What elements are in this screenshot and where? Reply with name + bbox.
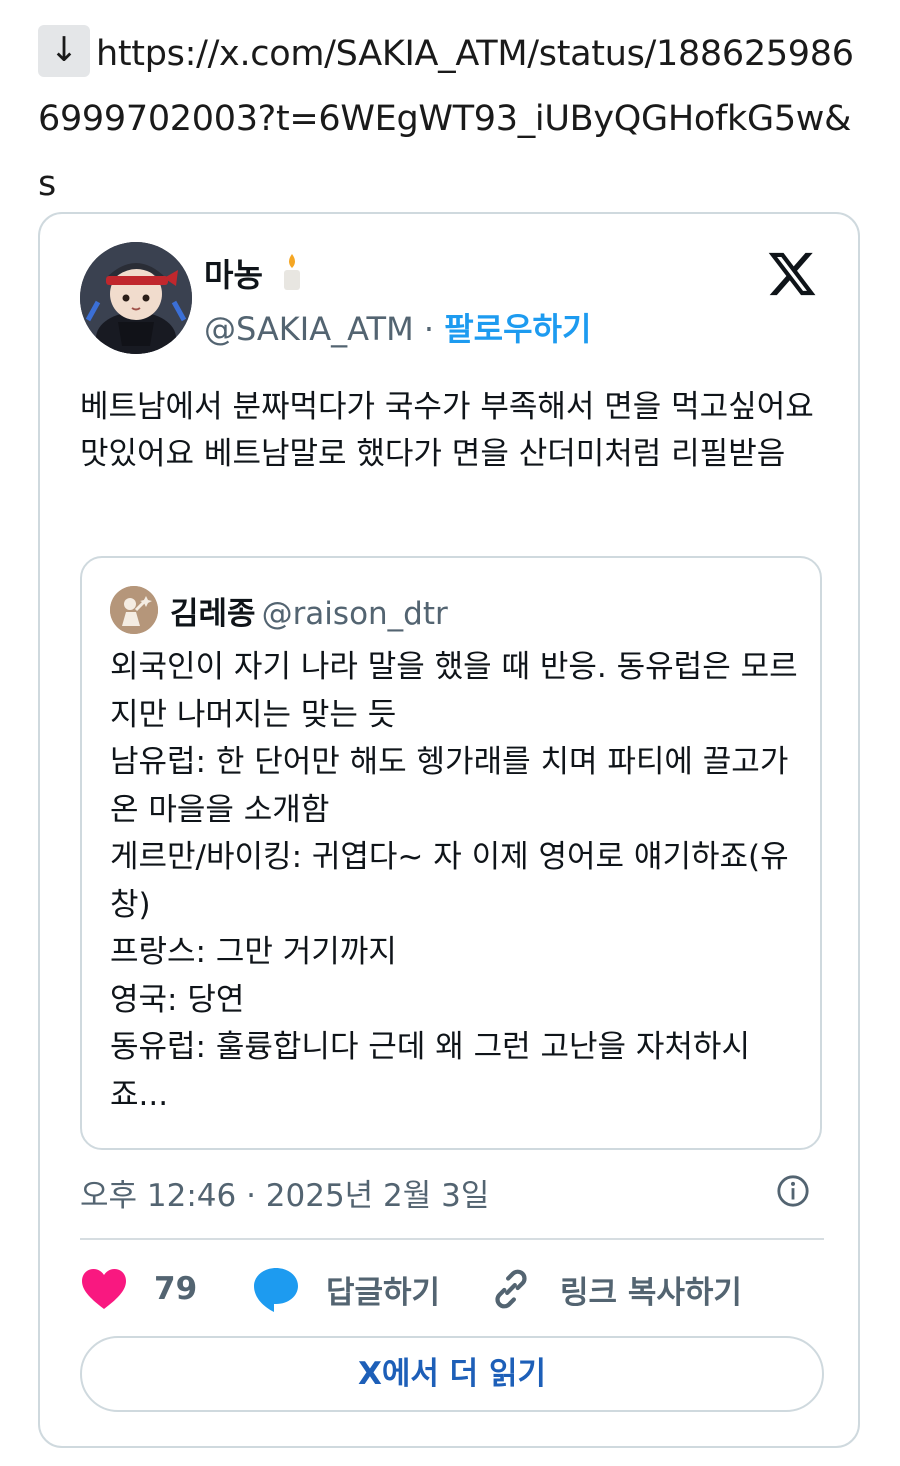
candle-icon [284, 254, 301, 290]
like-count: 79 [154, 1271, 198, 1307]
x-logo-icon[interactable] [766, 248, 818, 300]
user-handle[interactable]: @SAKIA_ATM [204, 310, 414, 348]
quote-text-line: 외국인이 자기 나라 말을 했을 때 반응. 동유럽은 모르지만 나머지는 맞는… [110, 649, 798, 733]
quote-text-line: 프랑스: 그만 거기까지 [110, 934, 397, 970]
quote-handle[interactable]: @raison_dtr [262, 596, 448, 632]
reply-label: 답글하기 [326, 1274, 441, 1311]
quote-text: 외국인이 자기 나라 말을 했을 때 반응. 동유럽은 모르지만 나머지는 맞는… [110, 644, 800, 1119]
display-name[interactable]: 마농 [204, 256, 263, 294]
url-line[interactable]: ↓ https://x.com/SAKIA_ATM/status/18862598… [38, 22, 868, 217]
follow-button[interactable]: 팔로우하기 [444, 310, 591, 348]
quote-text-line: 남유럽: 한 단어만 해도 헹가래를 치며 파티에 끌고가 온 마을을 소개함 [110, 744, 789, 828]
quote-author[interactable]: 김레종 @raison_dtr [170, 588, 448, 633]
action-bar: 79 답글하기 링크 복사하기 [80, 1264, 824, 1314]
heart-icon [82, 1269, 126, 1309]
divider [80, 1238, 824, 1240]
display-name-row[interactable]: 마농 [204, 250, 304, 296]
info-icon[interactable] [776, 1174, 810, 1208]
tweet-timestamp[interactable]: 오후 12:46 · 2025년 2월 3일 [80, 1170, 489, 1215]
copy-link-label: 링크 복사하기 [560, 1274, 742, 1311]
handle-row: @SAKIA_ATM · 팔로우하기 [204, 304, 591, 350]
separator: · [423, 310, 435, 348]
reply-bubble-icon [254, 1268, 298, 1312]
copy-link-button[interactable]: 링크 복사하기 [488, 1264, 742, 1314]
avatar-image [80, 242, 192, 354]
quote-avatar[interactable] [110, 586, 158, 634]
quoted-tweet[interactable]: 김레종 @raison_dtr 외국인이 자기 나라 말을 했을 때 반응. 동유… [80, 556, 822, 1150]
quote-text-line: 게르만/바이킹: 귀엽다~ 자 이제 영어로 얘기하죠(유창) [110, 839, 789, 923]
like-button[interactable]: 79 [80, 1264, 197, 1314]
quote-text-line: 영국: 당연 [110, 981, 245, 1018]
tweet-text: 베트남에서 분짜먹다가 국수가 부족해서 면을 먹고싶어요 맛있어요 베트남말로… [80, 389, 814, 472]
tweet-card[interactable]: 마농 @SAKIA_ATM · 팔로우하기 베트남에서 분짜먹다가 국수가 부족… [38, 212, 860, 1448]
avatar[interactable] [80, 242, 192, 354]
quote-avatar-image [110, 586, 158, 634]
download-arrow-icon[interactable]: ↓ [38, 25, 90, 77]
quote-text-line: 동유럽: 훌륭합니다 근데 왜 그런 고난을 자처하시죠... [110, 1029, 750, 1113]
link-icon [495, 1269, 527, 1309]
url-text[interactable]: https://x.com/SAKIA_ATM/status/188625986… [38, 34, 854, 204]
quote-display-name[interactable]: 김레종 [170, 596, 256, 632]
read-more-button[interactable]: X에서 더 읽기 [80, 1336, 824, 1412]
reply-button[interactable]: 답글하기 [252, 1264, 440, 1314]
